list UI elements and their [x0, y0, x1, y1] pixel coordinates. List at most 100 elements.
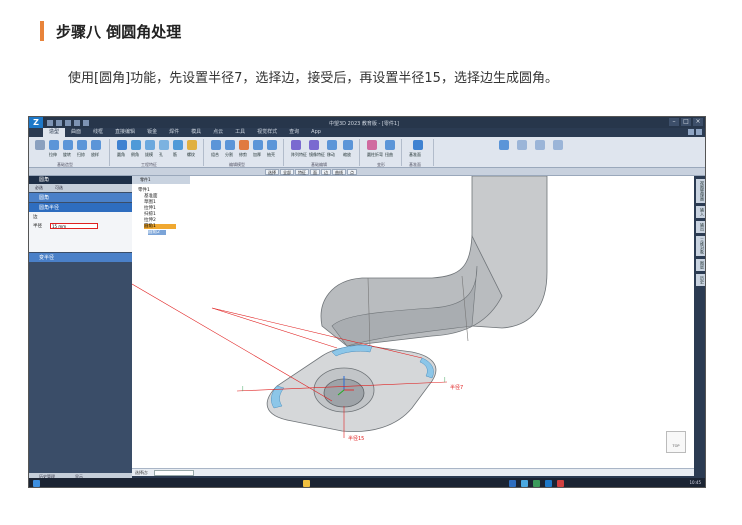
- tab-wireframe[interactable]: 线框: [87, 128, 109, 137]
- split-icon[interactable]: [225, 140, 235, 150]
- dock-output[interactable]: 输出: [696, 221, 705, 233]
- dock-input[interactable]: 输入: [696, 206, 705, 218]
- panel-section-radius[interactable]: 圆角半径: [29, 203, 132, 212]
- tab-inquire[interactable]: 查询: [283, 128, 305, 137]
- draft-icon[interactable]: [145, 140, 155, 150]
- fillet-panel: 圆角 必选 可选 圆角 圆角半径 边 半径 15 mm 变半径 历史管理 显示: [29, 176, 132, 487]
- combine-icon[interactable]: [211, 140, 221, 150]
- chamfer-icon[interactable]: [131, 140, 141, 150]
- tab-surface[interactable]: 曲面: [65, 128, 87, 137]
- taskbar-app-icon[interactable]: [557, 480, 564, 487]
- view-top-icon[interactable]: [517, 140, 527, 150]
- tab-app[interactable]: App: [305, 128, 327, 137]
- close-icon[interactable]: ×: [693, 118, 703, 126]
- taskbar-clock: 10:45: [689, 480, 701, 485]
- ribbon-label-loft: 放样: [91, 152, 99, 157]
- dock-layers[interactable]: 图层: [696, 259, 705, 271]
- command-input[interactable]: [153, 470, 194, 476]
- ribbon-label-move: 移动: [327, 152, 335, 157]
- filter-all[interactable]: 全部: [280, 169, 294, 175]
- filter-curve[interactable]: 曲线: [332, 169, 346, 175]
- filter-point[interactable]: 点: [347, 169, 357, 175]
- tab-tools[interactable]: 工具: [229, 128, 251, 137]
- undo-icon[interactable]: [74, 119, 80, 126]
- save-icon[interactable]: [65, 119, 71, 126]
- cylinder-bend-icon[interactable]: [367, 140, 377, 150]
- app-logo-icon[interactable]: Z: [29, 117, 43, 128]
- command-bar: 选择边:: [132, 468, 694, 476]
- tab-direct-edit[interactable]: 直接编辑: [109, 128, 141, 137]
- view-cube[interactable]: TOP: [666, 431, 686, 453]
- revolve-icon[interactable]: [63, 140, 73, 150]
- ribbon-label-revolve: 旋转: [63, 152, 71, 157]
- thicken-icon[interactable]: [253, 140, 263, 150]
- tree-item-selected[interactable]: 圆角2: [148, 230, 166, 235]
- tab-modeling[interactable]: 造型: [43, 128, 66, 137]
- tab-mold[interactable]: 模具: [185, 128, 207, 137]
- ribbon-separator: [283, 139, 284, 166]
- scale-icon[interactable]: [343, 140, 353, 150]
- help-icon[interactable]: [688, 129, 694, 135]
- edge-field[interactable]: 边: [29, 212, 132, 221]
- redo-icon[interactable]: [83, 119, 89, 126]
- twist-icon[interactable]: [385, 140, 395, 150]
- view-right-icon[interactable]: [553, 140, 563, 150]
- tab-pointcloud[interactable]: 点云: [207, 128, 229, 137]
- trim-icon[interactable]: [239, 140, 249, 150]
- ribbon-label-rib: 筋: [173, 152, 177, 157]
- ribbon-label-scale: 缩放: [343, 152, 351, 157]
- taskbar-app-icon[interactable]: [509, 480, 516, 487]
- tree-item-active[interactable]: 圆角1: [144, 224, 176, 229]
- thread-icon[interactable]: [187, 140, 197, 150]
- panel-spacer: [29, 230, 132, 252]
- taskbar-explorer-icon[interactable]: [303, 480, 310, 487]
- open-file-icon[interactable]: [56, 119, 62, 126]
- panel-section-variable[interactable]: 变半径: [29, 253, 132, 262]
- filter-select[interactable]: 选择: [265, 169, 279, 175]
- ribbon-label-thicken: 加厚: [253, 152, 261, 157]
- settings-icon[interactable]: [696, 129, 702, 135]
- panel-tab-optional[interactable]: 可选: [55, 185, 63, 191]
- maximize-icon[interactable]: □: [681, 118, 691, 126]
- tab-sheetmetal[interactable]: 钣金: [141, 128, 163, 137]
- mirror-icon[interactable]: [309, 140, 319, 150]
- radius-field: 半径 15 mm: [29, 221, 132, 230]
- datum-plane-icon[interactable]: [413, 140, 423, 150]
- ribbon-tabs: 造型 曲面 线框 直接编辑 钣金 焊件 模具 点云 工具 视觉样式 查询 App: [43, 128, 327, 137]
- taskbar-zw3d-icon[interactable]: [545, 480, 552, 487]
- view-icon[interactable]: [499, 140, 509, 150]
- accent-bar: [40, 21, 44, 41]
- rib-icon[interactable]: [173, 140, 183, 150]
- radius-input[interactable]: 15 mm: [50, 222, 98, 229]
- filter-edge[interactable]: 边: [321, 169, 331, 175]
- panel-section-fillet[interactable]: 圆角: [29, 193, 132, 202]
- filter-feature[interactable]: 特征: [295, 169, 309, 175]
- ribbon-label-shell: 抽壳: [267, 152, 275, 157]
- taskbar-app-icon[interactable]: [521, 480, 528, 487]
- dock-view-manager[interactable]: 视图管理器: [696, 179, 705, 203]
- dock-history[interactable]: 历史: [696, 274, 705, 286]
- hole-icon[interactable]: [159, 140, 169, 150]
- filter-face[interactable]: 面: [310, 169, 320, 175]
- ribbon-label-cylinder-bend: 圆柱折弯: [367, 152, 383, 157]
- start-icon[interactable]: [33, 480, 40, 487]
- pattern-icon[interactable]: [291, 140, 301, 150]
- shell-icon[interactable]: [267, 140, 277, 150]
- part-model[interactable]: | | 半径7 半径15: [132, 176, 694, 468]
- loft-icon[interactable]: [91, 140, 101, 150]
- view-front-icon[interactable]: [535, 140, 545, 150]
- panel-tab-required[interactable]: 必选: [35, 185, 43, 191]
- callout-arrow-1: [132, 283, 333, 402]
- select-icon[interactable]: [35, 140, 45, 150]
- tab-weldment[interactable]: 焊件: [163, 128, 185, 137]
- tab-visual-style[interactable]: 视觉样式: [251, 128, 283, 137]
- taskbar-app-icon[interactable]: [533, 480, 540, 487]
- minimize-icon[interactable]: –: [669, 118, 679, 126]
- move-icon[interactable]: [327, 140, 337, 150]
- 3d-viewport[interactable]: 零件1 | | 半径7 半径15 零件1 基准面 草图1 拉伸1 扫掠1 拉伸2…: [132, 176, 694, 468]
- dock-3d-objects[interactable]: 三维对象: [696, 236, 705, 256]
- sweep-icon[interactable]: [77, 140, 87, 150]
- extrude-icon[interactable]: [49, 140, 59, 150]
- new-file-icon[interactable]: [47, 119, 53, 126]
- fillet-icon[interactable]: [117, 140, 127, 150]
